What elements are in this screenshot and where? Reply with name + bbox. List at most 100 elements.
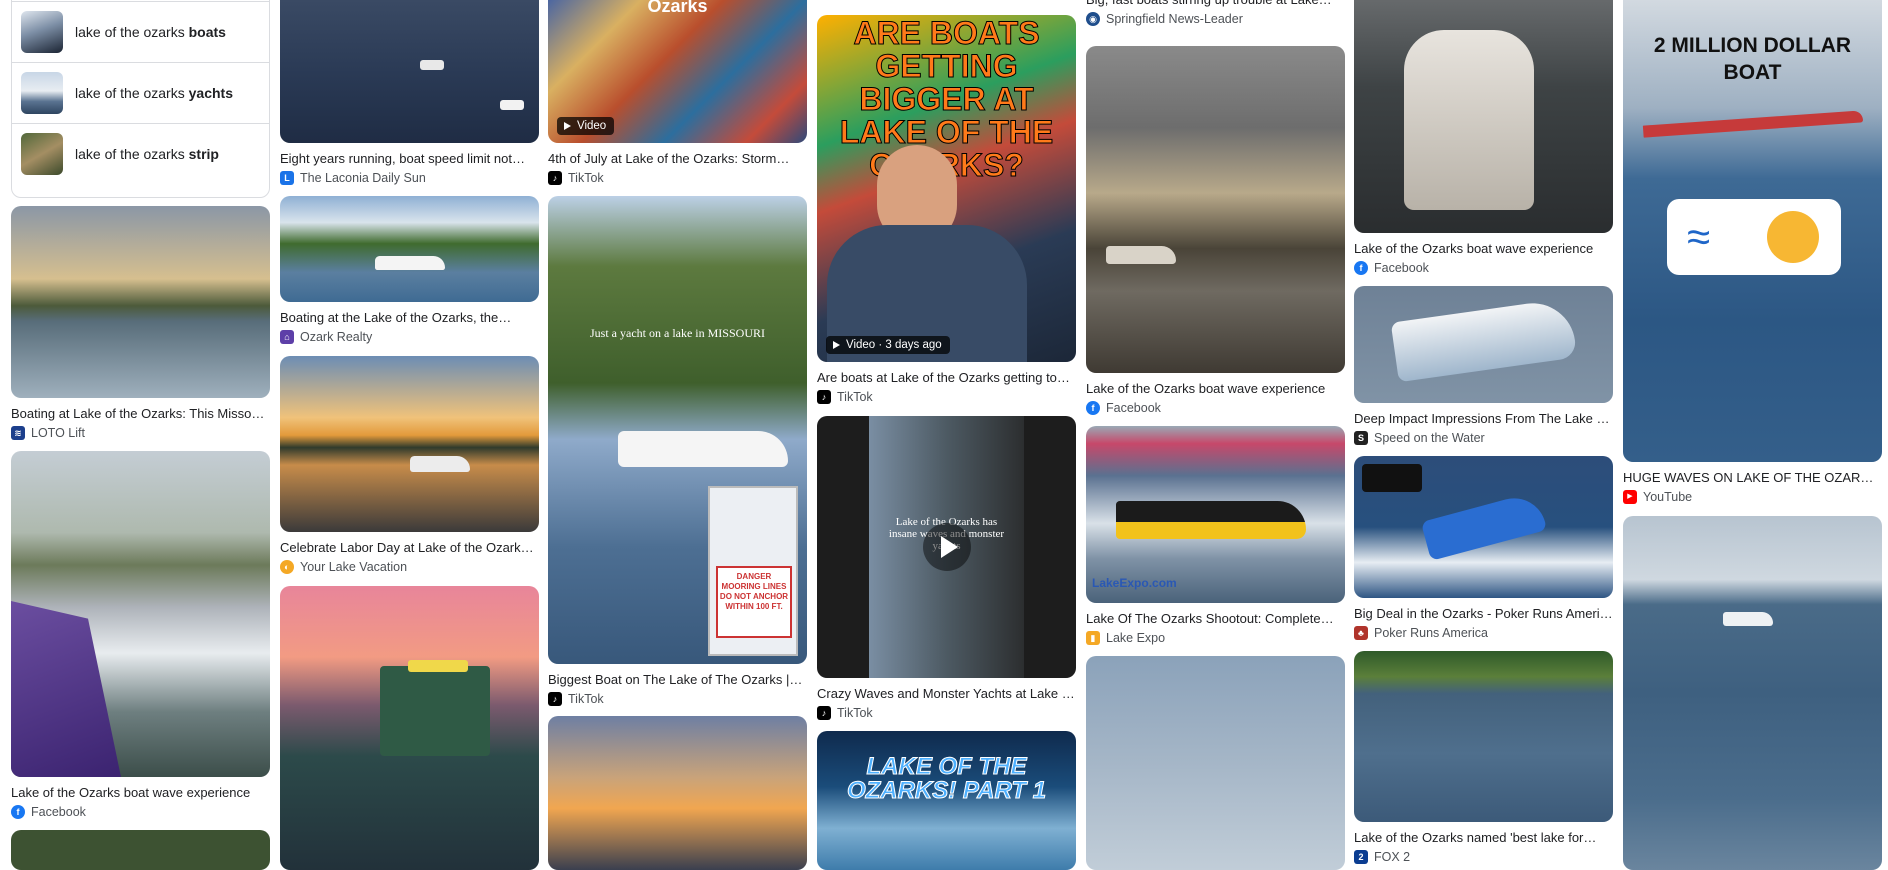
video-result[interactable]: Just a yacht on a lake in MISSOURI DANGE… (548, 196, 807, 707)
result-image (11, 830, 270, 870)
result-thumbnail: LAKE OF THE OZARKS! PART 1 (817, 731, 1076, 870)
result-caption: Crazy Waves and Monster Yachts at Lake o… (817, 686, 1076, 701)
result-source: ▮ Lake Expo (1086, 630, 1345, 646)
image-result[interactable]: LakeExpo.com Lake Of The Ozarks Shootout… (1086, 426, 1345, 646)
fox-2-icon: 2 (1354, 850, 1368, 864)
ozark-realty-icon: ⌂ (280, 330, 294, 344)
thumbnail-overlay-text: LAKE OF THE OZARKS! PART 1 (846, 753, 1047, 804)
video-result[interactable]: Lake of the Ozarks has insane waves and … (817, 416, 1076, 721)
result-source: ◉ Springfield News-Leader (1086, 11, 1345, 27)
ocean-wave-icon: ≈ (1687, 213, 1711, 260)
related-search-thumbnail (21, 133, 63, 175)
springfield-news-leader-icon: ◉ (1086, 12, 1100, 26)
related-search-label: lake of the ozarks boats (75, 24, 226, 40)
exploding-head-emoji-icon (1767, 211, 1819, 263)
related-search-strip[interactable]: lake of the ozarks strip (12, 123, 269, 184)
result-image (1354, 286, 1613, 403)
image-result[interactable]: Big Deal in the Ozarks - Poker Runs Amer… (1354, 456, 1613, 641)
thumbnail-overlay-text: LakeExpo.com (1092, 576, 1177, 590)
image-result[interactable]: Lake of the Ozarks named 'best lake for…… (1354, 651, 1613, 865)
image-result[interactable] (548, 716, 807, 870)
result-image (1354, 456, 1613, 598)
related-search-yachts[interactable]: lake of the ozarks yachts (12, 62, 269, 123)
result-caption: Lake Of The Ozarks Shootout: Complete… (1086, 611, 1334, 626)
result-source: L The Laconia Daily Sun (280, 170, 539, 186)
result-source: ♪ TikTok (548, 691, 807, 707)
image-result[interactable]: Celebrate Labor Day at Lake of the Ozark… (280, 356, 539, 575)
result-image (280, 586, 539, 870)
related-searches-panel: lake of the ozarks boats lake of the oza… (11, 0, 270, 198)
video-result[interactable]: LAKE OF THE OZARKS! PART 1 (817, 731, 1076, 870)
result-caption: Lake of the Ozarks named 'best lake for… (1354, 830, 1597, 845)
image-result[interactable]: Boating at Lake of the Ozarks: This Miss… (11, 206, 270, 441)
result-image (1086, 46, 1345, 373)
lake-expo-icon: ▮ (1086, 631, 1100, 645)
laconia-daily-sun-icon: L (280, 171, 294, 185)
related-search-thumbnail (21, 11, 63, 53)
video-result[interactable]: Ozarks Video 4th of July at Lake of the … (548, 0, 807, 186)
image-result[interactable]: Lake of the Ozarks boat wave experience … (11, 451, 270, 820)
result-image (11, 451, 270, 777)
result-image: LakeExpo.com (1086, 426, 1345, 603)
image-result[interactable] (1086, 656, 1345, 870)
thumbnail-overlay-text: 2 MILLION DOLLAR BOAT (1653, 34, 1852, 84)
result-thumbnail: ARE BOATS GETTING BIGGER AT LAKE OF THE … (817, 15, 1076, 362)
play-icon (564, 122, 571, 130)
facebook-icon: f (1354, 261, 1368, 275)
result-source: ▶ YouTube (1623, 489, 1882, 505)
tiktok-icon: ♪ (548, 171, 562, 185)
result-caption: Are boats at Lake of the Ozarks getting … (817, 370, 1070, 385)
thumbnail-overlay-text: Just a yacht on a lake in MISSOURI (590, 326, 765, 340)
image-result[interactable]: Lake of the Ozarks boat wave experience … (1086, 46, 1345, 416)
image-result[interactable]: Deep Impact Impressions From The Lake O…… (1354, 286, 1613, 446)
result-source: f Facebook (1086, 400, 1345, 416)
result-caption: Eight years running, boat speed limit no… (280, 151, 525, 166)
related-search-label: lake of the ozarks yachts (75, 85, 233, 101)
result-caption: Big, fast boats stirring up trouble at L… (1086, 0, 1345, 8)
result-image (280, 356, 539, 532)
your-lake-vacation-icon: ◐ (280, 560, 294, 574)
result-source: ⌂ Ozark Realty (280, 329, 539, 345)
result-image (1086, 656, 1345, 870)
image-result[interactable]: Lake of the Ozarks boat wave experience … (1354, 0, 1613, 276)
speed-on-the-water-icon: S (1354, 431, 1368, 445)
image-result[interactable]: Eight years running, boat speed limit no… (280, 0, 539, 186)
related-search-boats[interactable]: lake of the ozarks boats (12, 1, 269, 62)
poker-runs-america-icon: ♣ (1354, 626, 1368, 640)
result-source: ≋ LOTO Lift (11, 425, 270, 441)
image-result[interactable] (280, 586, 539, 870)
result-caption: HUGE WAVES ON LAKE OF THE OZARKS… (1623, 470, 1882, 485)
image-result[interactable] (1623, 516, 1882, 870)
image-result[interactable]: Boating at the Lake of the Ozarks, the… … (280, 196, 539, 345)
tiktok-icon: ♪ (817, 390, 831, 404)
video-result[interactable]: 2 MILLION DOLLAR BOAT ≈ HUGE WAVES ON LA… (1623, 0, 1882, 505)
result-caption: Deep Impact Impressions From The Lake O… (1354, 411, 1613, 426)
youtube-icon: ▶ (1623, 490, 1637, 504)
play-button-icon[interactable] (922, 523, 971, 571)
result-source: ♪ TikTok (548, 170, 807, 186)
result-source: ♣ Poker Runs America (1354, 625, 1613, 641)
facebook-icon: f (1086, 401, 1100, 415)
video-result[interactable]: ARE BOATS GETTING BIGGER AT LAKE OF THE … (817, 15, 1076, 405)
tiktok-icon: ♪ (548, 692, 562, 706)
tiktok-icon: ♪ (817, 706, 831, 720)
result-caption: 4th of July at Lake of the Ozarks: Storm… (548, 151, 790, 166)
result-source: ♪ TikTok (817, 389, 1076, 405)
result-image (280, 0, 539, 143)
result-source: f Facebook (11, 804, 270, 820)
related-search-label: lake of the ozarks strip (75, 146, 219, 162)
thumbnail-overlay-text: Ozarks (647, 0, 708, 16)
image-result[interactable]: Big, fast boats stirring up trouble at L… (1086, 0, 1345, 27)
result-source: 2 FOX 2 (1354, 849, 1613, 865)
related-search-thumbnail (21, 72, 63, 114)
result-caption: Big Deal in the Ozarks - Poker Runs Amer… (1354, 606, 1613, 621)
result-image (548, 716, 807, 870)
result-caption: Lake of the Ozarks boat wave experience (1354, 241, 1594, 256)
result-source: S Speed on the Water (1354, 430, 1613, 446)
danger-sign-text: DANGER MOORING LINES DO NOT ANCHOR WITHI… (716, 566, 792, 638)
result-thumbnail: 2 MILLION DOLLAR BOAT ≈ (1623, 0, 1882, 462)
play-icon (833, 341, 840, 349)
result-source: ◐ Your Lake Vacation (280, 559, 539, 575)
image-result[interactable] (11, 830, 270, 870)
result-caption: Lake of the Ozarks boat wave experience (11, 785, 251, 800)
